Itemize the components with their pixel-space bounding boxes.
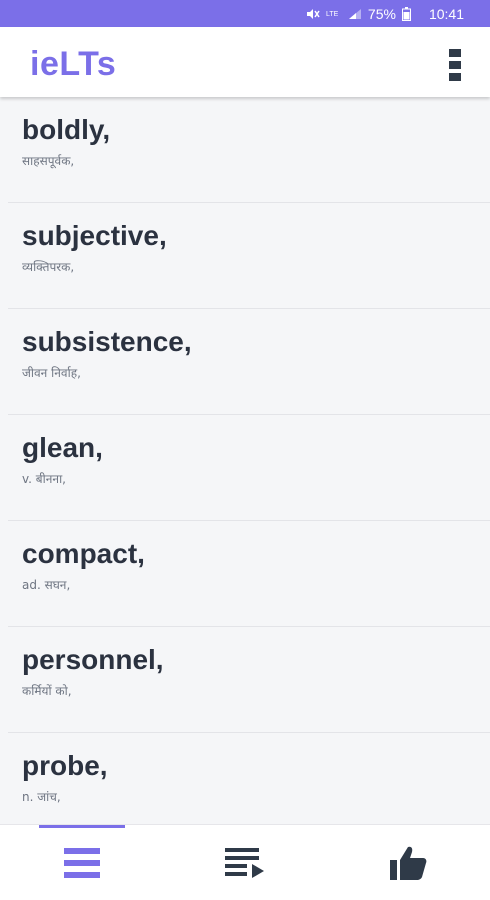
word-text: personnel,: [22, 644, 164, 675]
list-item[interactable]: probe, n. जांच,: [8, 733, 490, 824]
mute-icon: [306, 8, 320, 20]
lte-icon: LTE: [326, 8, 342, 20]
list-item[interactable]: subjective, व्यक्तिपरक,: [8, 203, 490, 309]
word-meaning: जीवन निर्वाह,: [22, 366, 81, 380]
word-meaning: ad. सघन,: [22, 578, 71, 592]
list-icon: [64, 848, 100, 878]
word-text: probe,: [22, 750, 108, 781]
status-icons: LTE 75%: [306, 6, 411, 22]
svg-text:LTE: LTE: [326, 11, 339, 18]
active-tab-indicator: [39, 825, 125, 828]
word-text: glean,: [22, 432, 103, 463]
signal-icon: [348, 8, 362, 20]
app-title: ieLTs: [30, 45, 117, 83]
word-meaning: n. जांच,: [22, 790, 61, 804]
status-time: 10:41: [428, 5, 464, 22]
word-list[interactable]: boldly, साहसपूर्वक, subjective, व्यक्तिप…: [0, 97, 490, 824]
nav-playlist-button[interactable]: [223, 843, 267, 883]
nav-like-button[interactable]: [386, 843, 430, 883]
battery-percent: 75%: [367, 5, 396, 22]
word-text: compact,: [22, 538, 145, 569]
nav-list-button[interactable]: [60, 843, 104, 883]
list-item[interactable]: personnel, कर्मियों को,: [8, 627, 490, 733]
battery-icon: [401, 6, 411, 21]
word-meaning: कर्मियों को,: [22, 684, 72, 698]
word-meaning: साहसपूर्वक,: [22, 154, 75, 168]
playlist-play-icon: [225, 848, 264, 878]
app-bar: ieLTs: [0, 27, 490, 97]
bottom-nav: [0, 824, 490, 900]
word-text: subjective,: [22, 220, 167, 251]
word-meaning: व्यक्तिपरक,: [22, 260, 75, 274]
list-item[interactable]: subsistence, जीवन निर्वाह,: [8, 309, 490, 415]
word-text: boldly,: [22, 114, 111, 145]
list-item[interactable]: glean, v. बीनना,: [8, 415, 490, 521]
list-item[interactable]: boldly, साहसपूर्वक,: [8, 97, 490, 203]
word-text: subsistence,: [22, 326, 192, 357]
list-item[interactable]: compact, ad. सघन,: [8, 521, 490, 627]
overflow-menu-icon[interactable]: [449, 49, 463, 81]
word-meaning: v. बीनना,: [22, 472, 67, 486]
status-bar: LTE 75% 10:41: [0, 0, 490, 27]
thumbs-up-icon: [390, 846, 427, 880]
